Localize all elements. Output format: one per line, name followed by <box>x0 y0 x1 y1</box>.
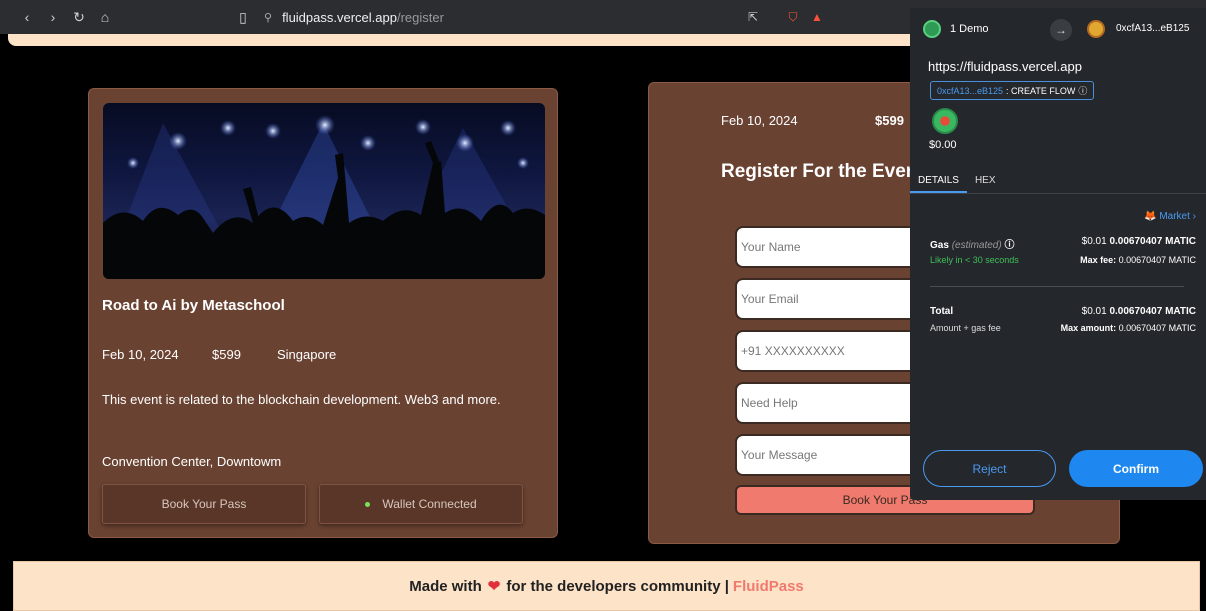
account-name[interactable]: 1 Demo <box>950 23 989 35</box>
badge-address[interactable]: 0xcfA13...eB125 <box>937 86 1003 96</box>
gas-label: Gas <box>930 240 949 251</box>
wallet-connected-label: Wallet Connected <box>382 497 477 511</box>
max-fee-label: Max fee: <box>1080 255 1117 265</box>
connected-dot-icon <box>365 501 371 507</box>
address-bar[interactable]: ⚲ fluidpass.vercel.app/register <box>264 6 734 28</box>
divider <box>930 286 1184 287</box>
event-venue: Convention Center, Downtowm <box>102 454 282 469</box>
gas-label-row: Gas (estimated) ⓘ <box>930 236 1014 251</box>
max-amount-label: Max amount: <box>1060 323 1117 333</box>
url-path: /register <box>396 9 444 25</box>
event-description: This event is related to the blockchain … <box>102 392 501 407</box>
gas-estimated: (estimated) <box>951 240 1002 251</box>
confirm-button[interactable]: Confirm <box>1069 450 1203 487</box>
concert-image <box>103 115 545 279</box>
heart-icon: ❤ <box>487 578 501 595</box>
total-sub: Amount + gas fee <box>930 323 1001 333</box>
transaction-amount: $0.00 <box>929 139 957 151</box>
gas-value: $0.01 0.00670407 MATIC <box>1082 236 1196 247</box>
fox-icon: 🦊 <box>1144 211 1157 222</box>
token-avatar <box>932 108 958 134</box>
total-value: $0.01 0.00670407 MATIC <box>1082 306 1196 317</box>
footer-text-after: for the developers community | <box>506 577 729 595</box>
metamask-header: 1 Demo → 0xcfA13...eB125 <box>910 8 1206 50</box>
badge-action: : CREATE FLOW <box>1006 85 1076 96</box>
gas-likely: Likely in < 30 seconds <box>930 255 1019 265</box>
request-origin: https://fluidpass.vercel.app <box>928 59 1082 74</box>
reject-label: Reject <box>972 461 1007 476</box>
total-label: Total <box>930 306 954 317</box>
footer: Made with ❤ for the developers community… <box>13 561 1200 611</box>
market-label: Market <box>1159 211 1190 222</box>
max-fee: Max fee: 0.00670407 MATIC <box>1080 255 1196 265</box>
gas-value-matic: 0.00670407 MATIC <box>1109 236 1196 247</box>
book-pass-button[interactable]: Book Your Pass <box>102 484 306 524</box>
total-value-matic: 0.00670407 MATIC <box>1109 306 1196 317</box>
tab-details[interactable]: DETAILS <box>910 172 967 193</box>
event-price: $599 <box>212 347 241 362</box>
footer-brand-link[interactable]: FluidPass <box>733 578 804 595</box>
gas-info-icon[interactable]: ⓘ <box>1004 240 1014 251</box>
register-heading: Register For the Event <box>721 161 924 182</box>
event-date: Feb 10, 2024 <box>102 347 179 362</box>
bookmark-icon[interactable]: ▯ <box>234 8 252 26</box>
home-icon[interactable]: ⌂ <box>96 8 114 26</box>
gas-value-usd: $0.01 <box>1081 236 1107 247</box>
url-host: fluidpass.vercel.app <box>282 9 397 25</box>
chevron-right-icon: › <box>1192 211 1196 222</box>
destination-avatar[interactable] <box>1087 20 1105 38</box>
info-icon[interactable]: ⓘ <box>1078 84 1087 97</box>
wallet-connected-button[interactable]: Wallet Connected <box>319 484 523 524</box>
account-avatar[interactable] <box>923 20 941 38</box>
forward-icon[interactable]: › <box>44 8 62 26</box>
footer-text-before: Made with <box>409 577 482 595</box>
register-price: $599 <box>875 113 904 128</box>
metamask-popup: 1 Demo → 0xcfA13...eB125 https://fluidpa… <box>910 8 1206 500</box>
tab-hex[interactable]: HEX <box>967 172 1004 193</box>
max-amount: Max amount: 0.00670407 MATIC <box>1061 323 1196 333</box>
total-value-usd: $0.01 <box>1081 306 1107 317</box>
event-image <box>103 103 545 279</box>
max-amount-value: 0.00670407 MATIC <box>1118 323 1196 333</box>
reject-button[interactable]: Reject <box>923 450 1056 487</box>
market-gas-button[interactable]: 🦊 Market › <box>1144 211 1196 222</box>
reload-icon[interactable]: ↻ <box>70 8 88 26</box>
event-title: Road to Ai by Metaschool <box>102 297 285 314</box>
brave-shield-icon[interactable]: ⛉ <box>784 8 802 26</box>
event-card: Road to Ai by Metaschool Feb 10, 2024 $5… <box>88 88 558 538</box>
method-badge[interactable]: 0xcfA13...eB125 : CREATE FLOW ⓘ <box>930 81 1095 100</box>
share-icon[interactable]: ⇱ <box>744 8 762 26</box>
site-settings-icon[interactable]: ⚲ <box>264 11 272 24</box>
page-header-strip <box>8 34 920 46</box>
back-icon[interactable]: ‹ <box>18 8 36 26</box>
book-pass-label: Book Your Pass <box>161 497 247 511</box>
event-location: Singapore <box>277 347 337 362</box>
max-fee-value: 0.00670407 MATIC <box>1118 255 1196 265</box>
brave-rewards-icon[interactable]: ▲ <box>808 8 826 26</box>
destination-address[interactable]: 0xcfA13...eB125 <box>1116 23 1189 34</box>
metamask-tabs: DETAILS HEX <box>910 172 1206 194</box>
confirm-label: Confirm <box>1113 461 1159 476</box>
register-date: Feb 10, 2024 <box>721 113 798 128</box>
arrow-right-icon: → <box>1050 19 1072 41</box>
